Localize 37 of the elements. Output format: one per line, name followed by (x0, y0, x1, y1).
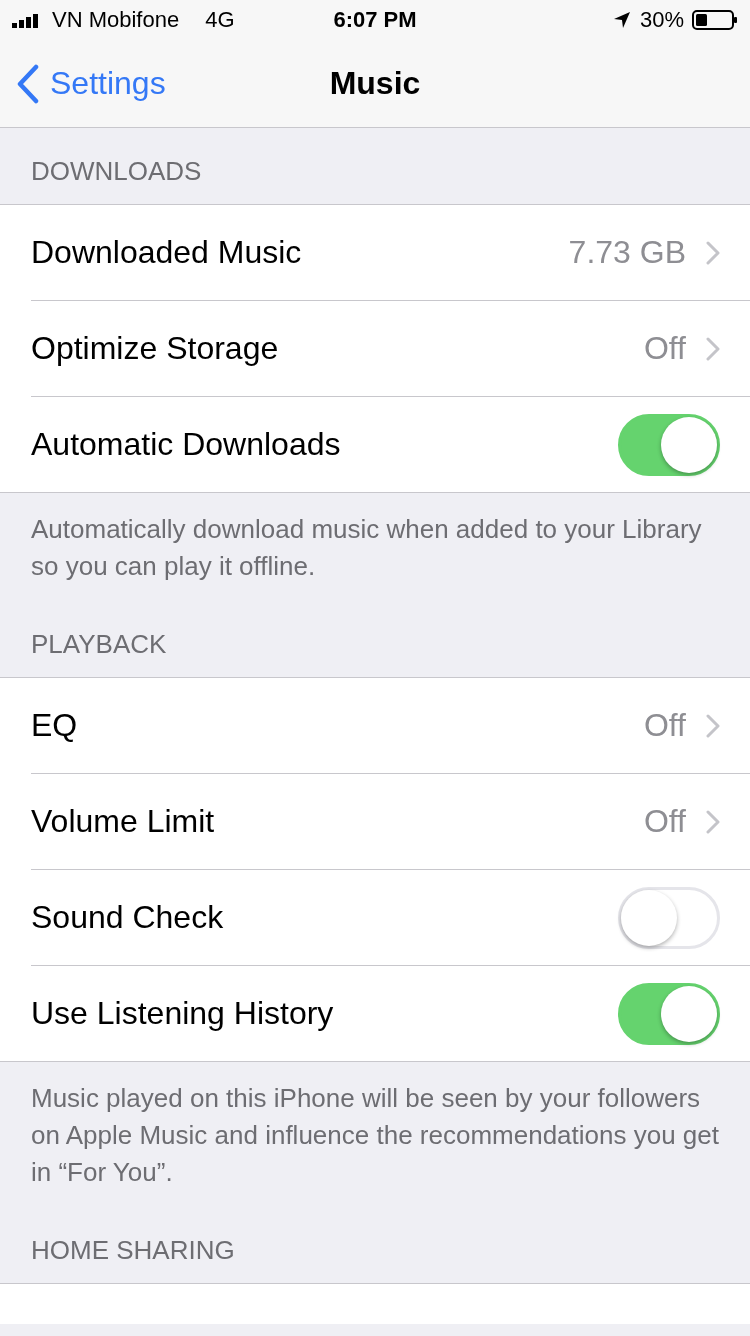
row-label: Optimize Storage (31, 330, 280, 367)
chevron-right-icon (706, 809, 720, 834)
row-value: Off (643, 330, 686, 367)
chevron-right-icon (706, 240, 720, 265)
back-button[interactable]: Settings (0, 63, 166, 104)
settings-row[interactable]: Optimize Storage Off (31, 301, 750, 397)
network-type: 4G (205, 7, 235, 33)
settings-row[interactable]: Downloaded Music 7.73 GB (31, 205, 750, 301)
chevron-right-icon (706, 336, 720, 361)
row-label: Sound Check (31, 899, 225, 936)
row-label: Volume Limit (31, 803, 216, 840)
toggle-switch[interactable] (618, 982, 720, 1045)
screen-title: Music (328, 65, 422, 102)
carrier-name: VN Mobifone (52, 7, 180, 33)
section-footer: Music played on this iPhone will be seen by your followers on Apple Music and influence the recommendations you get in “For You”. (0, 1062, 750, 1207)
row-value: 7.73 GB (568, 234, 686, 271)
settings-row[interactable]: EQ Off (31, 678, 750, 774)
section-header: PLAYBACK (30, 628, 168, 661)
back-chevron-icon (16, 63, 40, 104)
row-value: Off (643, 803, 686, 840)
section-footer: Automatically download music when added to your Library so you can play it offline. (0, 493, 750, 601)
settings-row[interactable]: Automatic Downloads (31, 397, 750, 492)
row-label: Automatic Downloads (31, 426, 342, 463)
section-header: HOME SHARING (30, 1234, 236, 1267)
settings-row[interactable]: Volume Limit Off (31, 774, 750, 870)
section-header: DOWNLOADS (30, 155, 203, 188)
row-label: Use Listening History (31, 995, 335, 1032)
chevron-right-icon (706, 713, 720, 738)
battery-icon (692, 9, 738, 31)
row-label: EQ (31, 707, 79, 744)
settings-row[interactable]: Use Listening History (31, 966, 750, 1061)
row-value: Off (643, 707, 686, 744)
row-label: Downloaded Music (31, 234, 303, 271)
settings-row[interactable]: Sound Check (31, 870, 750, 966)
toggle-switch[interactable] (618, 413, 720, 476)
battery-percent: 30% (639, 7, 684, 33)
status-time: 6:07 PM (332, 7, 418, 33)
